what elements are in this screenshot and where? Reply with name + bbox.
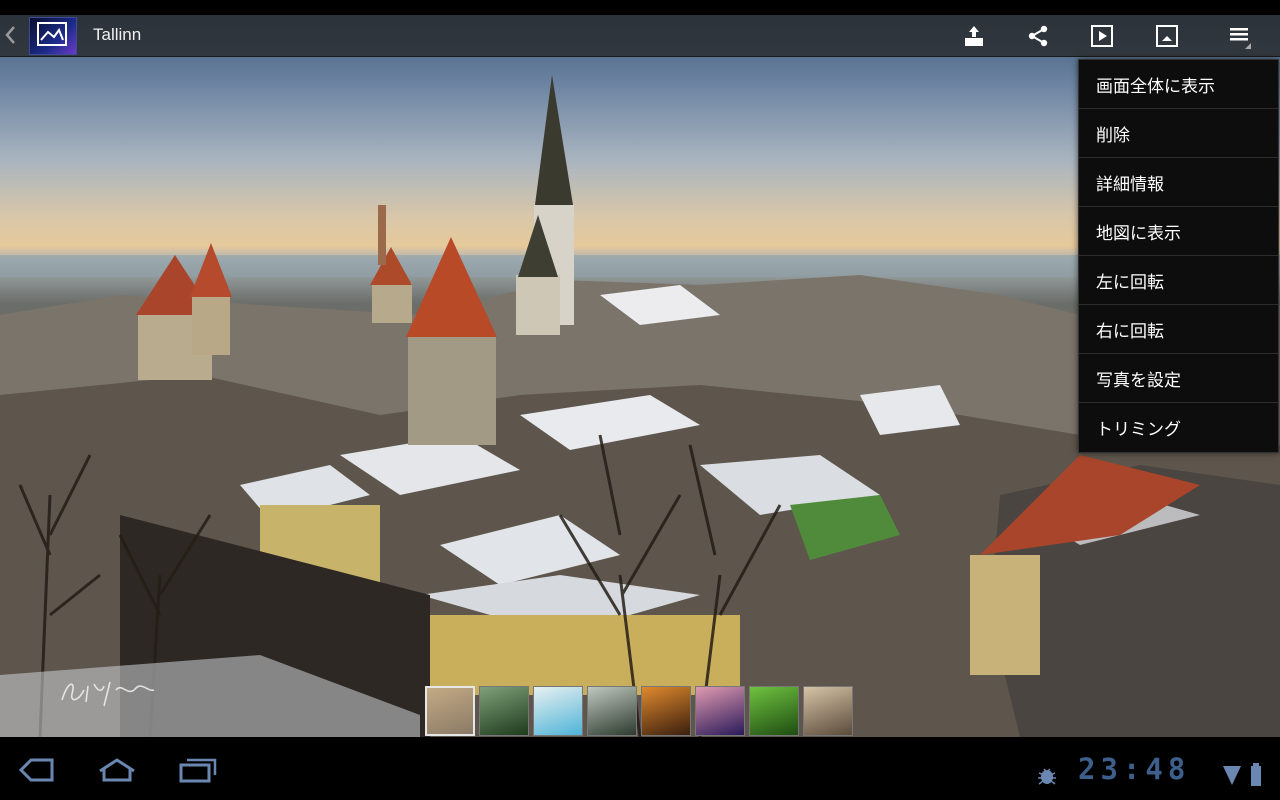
set-picture-icon[interactable] (1150, 19, 1184, 53)
thumbnail-purple-sunset[interactable] (695, 686, 745, 736)
menu-item-rotate-left[interactable]: 左に回転 (1079, 256, 1278, 305)
clock: 23:48 (1078, 752, 1191, 786)
menu-item-show-on-map[interactable]: 地図に表示 (1079, 207, 1278, 256)
menu-item-details[interactable]: 詳細情報 (1079, 158, 1278, 207)
thumbnail-green-leaves[interactable] (749, 686, 799, 736)
thumbnail-palm-tree[interactable] (479, 686, 529, 736)
menu-item-fullscreen[interactable]: 画面全体に表示 (1079, 60, 1278, 109)
debug-bug-icon[interactable] (1036, 765, 1058, 791)
action-bar: Tallinn (0, 15, 1280, 57)
album-title: Tallinn (93, 25, 142, 44)
thumbnail-pier[interactable] (587, 686, 637, 736)
gallery-app-icon[interactable] (29, 17, 77, 55)
photographer-signature (58, 672, 158, 716)
menu-item-delete[interactable]: 削除 (1079, 109, 1278, 158)
back-chevron-icon[interactable] (4, 25, 18, 45)
system-bar: 23:48 (0, 737, 1280, 800)
overflow-menu-icon[interactable] (1223, 19, 1257, 53)
thumbnail-sunset-bridge[interactable] (641, 686, 691, 736)
filmstrip (425, 686, 853, 738)
recent-apps-icon[interactable] (178, 757, 218, 787)
menu-item-set-picture[interactable]: 写真を設定 (1079, 354, 1278, 403)
thumbnail-beach[interactable] (533, 686, 583, 736)
wifi-signal-icon (1222, 763, 1242, 791)
thumbnail-tallinn[interactable] (425, 686, 475, 736)
back-nav-icon[interactable] (18, 757, 56, 787)
home-nav-icon[interactable] (97, 757, 137, 787)
slideshow-icon[interactable] (1085, 19, 1119, 53)
share-upload-icon[interactable] (957, 19, 991, 53)
menu-item-crop[interactable]: トリミング (1079, 403, 1278, 451)
share-icon[interactable] (1021, 19, 1055, 53)
status-strip (0, 0, 1280, 15)
thumbnail-coastal-tower[interactable] (803, 686, 853, 736)
menu-item-rotate-right[interactable]: 右に回転 (1079, 305, 1278, 354)
overflow-menu: 画面全体に表示 削除 詳細情報 地図に表示 左に回転 右に回転 写真を設定 トリ… (1078, 59, 1279, 453)
battery-icon (1250, 763, 1262, 791)
